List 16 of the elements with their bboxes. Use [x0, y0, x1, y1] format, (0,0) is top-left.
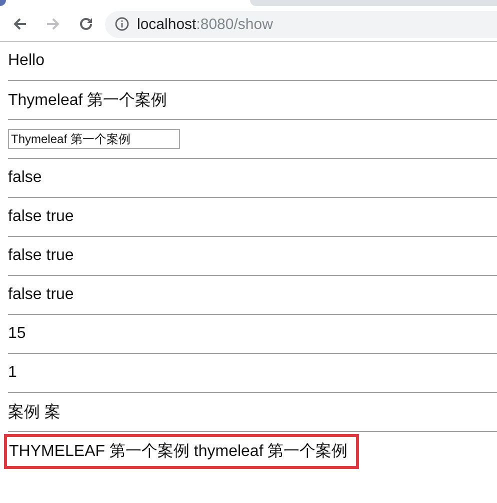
address-bar[interactable]: localhost:8080/show [105, 10, 497, 38]
text-field[interactable]: Thymeleaf 第一个案例 [8, 129, 180, 149]
info-icon[interactable] [115, 17, 129, 31]
output-text: Thymeleaf 第一个案例 [8, 90, 168, 110]
output-text: false true [8, 286, 74, 304]
reload-icon[interactable] [78, 16, 94, 32]
output-text: false true [8, 247, 74, 265]
output-text: 1 [8, 364, 17, 382]
url-text: localhost:8080/show [137, 16, 273, 32]
output-text: THYMELEAF 第一个案例 thymeleaf 第一个案例 [9, 442, 348, 460]
output-text: 15 [8, 325, 26, 343]
output-text: false [8, 169, 42, 187]
back-arrow-icon[interactable] [12, 16, 28, 32]
output-text: false true [8, 208, 74, 226]
output-text: Hello [8, 52, 44, 70]
output-text: 案例 案 [8, 402, 60, 422]
